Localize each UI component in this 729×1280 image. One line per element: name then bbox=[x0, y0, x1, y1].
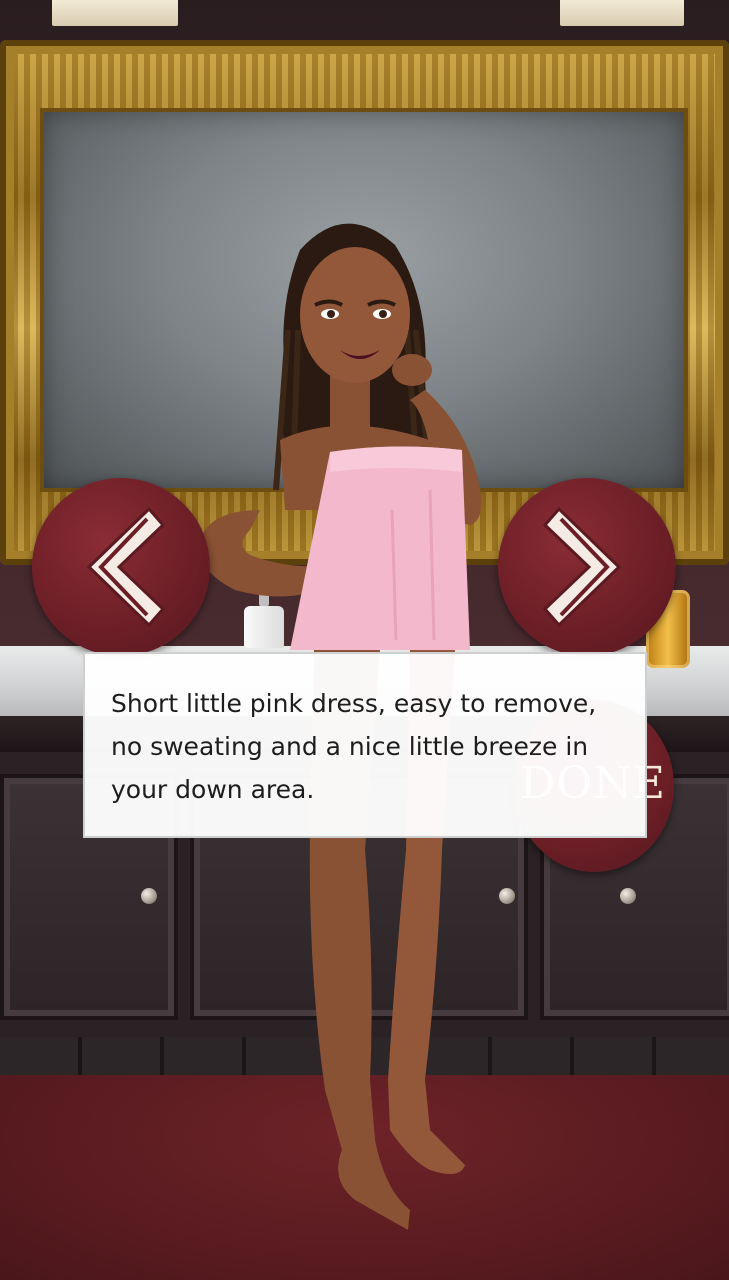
dialogue-text: Short little pink dress, easy to remove,… bbox=[111, 689, 597, 804]
previous-outfit-button[interactable] bbox=[32, 478, 210, 656]
chevron-right-icon bbox=[542, 506, 622, 628]
game-scene: DONE Short little pink dress, easy to re… bbox=[0, 0, 729, 1280]
cabinet-knob bbox=[620, 888, 636, 904]
ceiling-light-left bbox=[52, 0, 178, 26]
next-outfit-button[interactable] bbox=[498, 478, 676, 656]
cabinet-knob bbox=[141, 888, 157, 904]
dialogue-box[interactable]: Short little pink dress, easy to remove,… bbox=[83, 652, 647, 838]
ceiling-light-right bbox=[560, 0, 684, 26]
chevron-left-icon bbox=[86, 506, 166, 628]
